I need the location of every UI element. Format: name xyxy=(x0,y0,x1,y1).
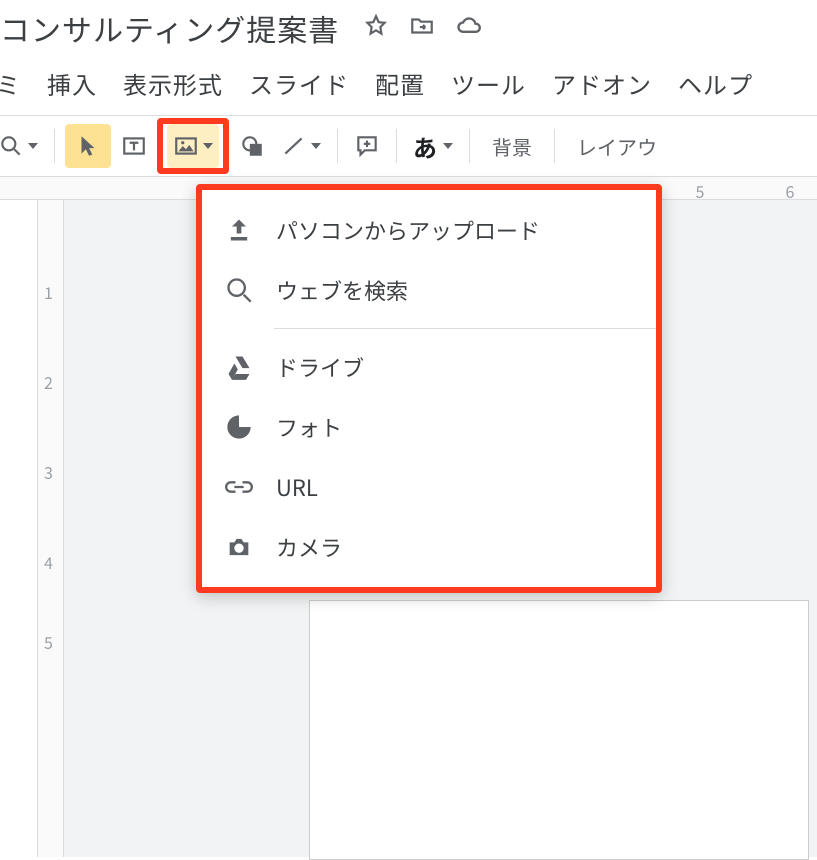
search-icon xyxy=(224,275,254,305)
zoom-tool[interactable] xyxy=(0,124,44,168)
dropdown-item-label: パソコンからアップロード xyxy=(276,214,540,246)
dropdown-url[interactable]: URL xyxy=(202,457,656,517)
select-tool[interactable] xyxy=(65,124,111,168)
cloud-status-icon[interactable] xyxy=(455,12,483,45)
shape-tool[interactable] xyxy=(233,124,271,168)
chevron-down-icon xyxy=(311,143,321,149)
chevron-down-icon xyxy=(203,143,213,149)
input-tools[interactable]: あ xyxy=(407,124,459,168)
dropdown-item-label: ウェブを検索 xyxy=(276,274,408,306)
textbox-tool[interactable] xyxy=(115,124,153,168)
dropdown-divider xyxy=(274,328,656,329)
dropdown-upload-from-computer[interactable]: パソコンからアップロード xyxy=(202,200,656,260)
ruler-vertical: 1 2 3 4 5 xyxy=(38,200,64,857)
insert-image-button-highlight xyxy=(157,118,229,174)
background-button[interactable]: 背景 xyxy=(480,124,544,168)
dropdown-item-label: ドライブ xyxy=(276,351,364,383)
separator xyxy=(54,129,55,163)
comment-tool[interactable] xyxy=(348,124,386,168)
dropdown-drive[interactable]: ドライブ xyxy=(202,337,656,397)
separator xyxy=(396,129,397,163)
menubar: ミ 挿入 表示形式 スライド 配置 ツール アドオン ヘルプ xyxy=(0,58,817,115)
insert-image-dropdown: パソコンからアップロード ウェブを検索 ドライブ フォト URL カメラ xyxy=(196,184,662,593)
menu-slide[interactable]: スライド xyxy=(249,66,349,101)
thumbnail-column[interactable] xyxy=(0,200,38,857)
menu-arrange[interactable]: 配置 xyxy=(375,66,425,101)
camera-icon xyxy=(224,532,254,562)
menu-addons[interactable]: アドオン xyxy=(552,66,652,101)
separator xyxy=(554,129,555,163)
menu-item-partial[interactable]: ミ xyxy=(0,66,21,101)
ruler-tick: 2 xyxy=(44,370,53,394)
dropdown-search-web[interactable]: ウェブを検索 xyxy=(202,260,656,320)
dropdown-camera[interactable]: カメラ xyxy=(202,517,656,577)
drive-icon xyxy=(224,352,254,382)
menu-tools[interactable]: ツール xyxy=(451,66,526,101)
menu-help[interactable]: ヘルプ xyxy=(678,66,753,101)
upload-icon xyxy=(224,215,254,245)
insert-image-button[interactable] xyxy=(167,124,219,168)
separator xyxy=(337,129,338,163)
link-icon xyxy=(224,472,254,502)
move-folder-icon[interactable] xyxy=(409,13,435,44)
star-icon[interactable] xyxy=(363,13,389,44)
ruler-tick: 5 xyxy=(44,630,53,654)
dropdown-item-label: URL xyxy=(276,471,318,503)
dropdown-photos[interactable]: フォト xyxy=(202,397,656,457)
title-icons xyxy=(363,12,483,45)
dropdown-item-label: カメラ xyxy=(276,531,342,563)
dropdown-item-label: フォト xyxy=(276,411,342,443)
line-tool[interactable] xyxy=(275,124,327,168)
chevron-down-icon xyxy=(443,143,453,149)
ruler-tick: 3 xyxy=(44,460,53,484)
layout-button[interactable]: レイアウ xyxy=(565,124,661,168)
title-row: コンサルティング提案書 xyxy=(0,0,817,58)
menu-format[interactable]: 表示形式 xyxy=(123,66,223,101)
ruler-tick: 1 xyxy=(44,280,53,304)
photos-icon xyxy=(224,412,254,442)
document-title[interactable]: コンサルティング提案書 xyxy=(0,6,339,50)
chevron-down-icon xyxy=(28,143,38,149)
separator xyxy=(469,129,470,163)
ruler-tick: 4 xyxy=(44,550,53,574)
menu-insert[interactable]: 挿入 xyxy=(47,66,97,101)
